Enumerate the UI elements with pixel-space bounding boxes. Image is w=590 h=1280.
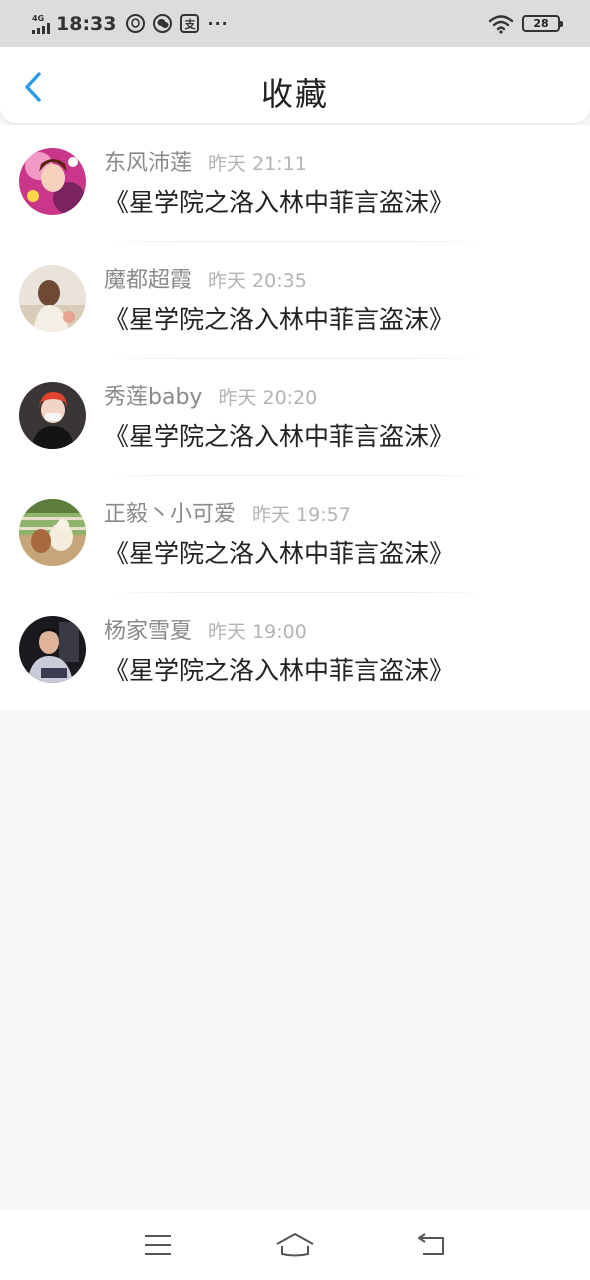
timestamp: 昨天 20:35 xyxy=(208,270,307,292)
avatar[interactable] xyxy=(19,148,86,215)
list-item[interactable]: 杨家雪夏 昨天 19:00 《星学院之洛入林中菲言盗沫》 xyxy=(0,593,590,710)
user-name[interactable]: 正毅丶小可爱 xyxy=(104,496,236,528)
timestamp: 昨天 20:20 xyxy=(218,387,318,409)
status-time: 18:33 xyxy=(56,12,117,35)
user-name[interactable]: 秀莲baby xyxy=(104,379,202,411)
back-nav-button[interactable] xyxy=(410,1225,454,1265)
alipay-icon: 支 xyxy=(180,14,200,33)
favorite-title[interactable]: 《星学院之洛入林中菲言盗沫》 xyxy=(104,300,454,336)
network-label: 4G xyxy=(32,13,45,23)
avatar[interactable] xyxy=(19,499,86,566)
list-item[interactable]: 东风沛莲 昨天 21:11 《星学院之洛入林中菲言盗沫》 xyxy=(0,125,590,242)
menu-button[interactable] xyxy=(136,1225,180,1265)
avatar[interactable] xyxy=(19,382,86,449)
signal-bars-icon xyxy=(32,22,50,34)
qq-icon xyxy=(126,14,146,33)
favorites-list: 东风沛莲 昨天 21:11 《星学院之洛入林中菲言盗沫》 魔都超霞 昨天 20:… xyxy=(0,125,590,710)
list-item[interactable]: 正毅丶小可爱 昨天 19:57 《星学院之洛入林中菲言盗沫》 xyxy=(0,476,590,593)
home-button[interactable] xyxy=(273,1225,317,1265)
battery-level: 28 xyxy=(533,17,549,30)
system-nav-bar xyxy=(0,1210,590,1280)
avatar[interactable] xyxy=(19,265,86,332)
signal-indicator: 4G xyxy=(32,14,50,34)
battery-icon: 28 xyxy=(522,15,563,32)
avatar[interactable] xyxy=(19,616,86,683)
timestamp: 昨天 21:11 xyxy=(208,153,307,175)
user-name[interactable]: 魔都超霞 xyxy=(104,262,192,294)
home-icon xyxy=(276,1233,314,1257)
timestamp: 昨天 19:00 xyxy=(208,621,307,643)
user-name[interactable]: 杨家雪夏 xyxy=(104,613,192,645)
back-arrow-icon xyxy=(417,1233,444,1255)
more-notifications-icon: ··· xyxy=(207,14,229,33)
favorite-title[interactable]: 《星学院之洛入林中菲言盗沫》 xyxy=(104,534,454,570)
favorite-title[interactable]: 《星学院之洛入林中菲言盗沫》 xyxy=(104,651,454,687)
page-title: 收藏 xyxy=(260,75,329,113)
favorite-title[interactable]: 《星学院之洛入林中菲言盗沫》 xyxy=(104,417,454,453)
timestamp: 昨天 19:57 xyxy=(252,504,351,526)
wifi-icon xyxy=(488,14,514,34)
menu-icon xyxy=(145,1235,172,1255)
list-item[interactable]: 秀莲baby 昨天 20:20 《星学院之洛入林中菲言盗沫》 xyxy=(0,359,590,476)
app-header: 收藏 xyxy=(0,47,590,123)
user-name[interactable]: 东风沛莲 xyxy=(104,145,192,177)
status-bar: 4G 18:33 支 ··· 28 xyxy=(0,0,590,47)
list-item[interactable]: 魔都超霞 昨天 20:35 《星学院之洛入林中菲言盗沫》 xyxy=(0,242,590,359)
wechat-icon xyxy=(153,14,173,33)
favorite-title[interactable]: 《星学院之洛入林中菲言盗沫》 xyxy=(104,183,454,219)
